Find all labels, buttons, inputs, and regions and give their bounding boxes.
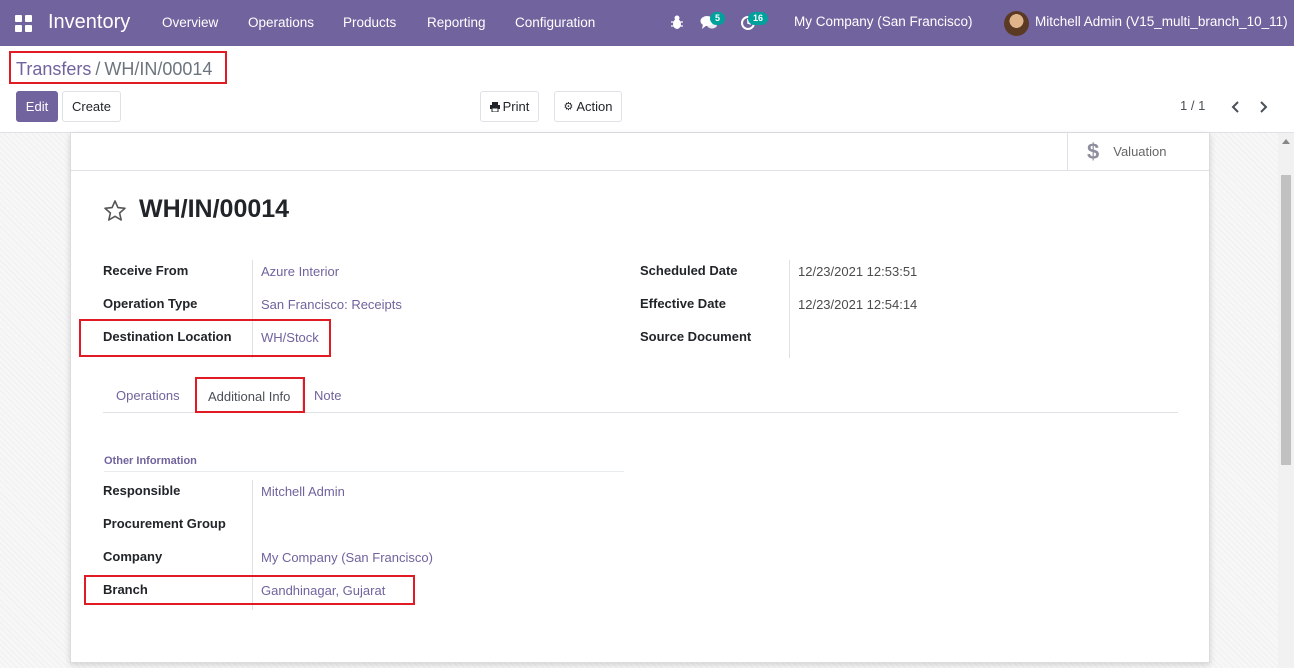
operation-type-label: Operation Type <box>103 296 198 311</box>
gear-icon: ⚙ <box>563 101 574 113</box>
procurement-group-label: Procurement Group <box>103 516 226 531</box>
menu-configuration[interactable]: Configuration <box>515 15 595 30</box>
user-avatar[interactable] <box>1004 11 1029 36</box>
valuation-label: Valuation <box>1113 144 1167 159</box>
scrollbar-thumb[interactable] <box>1281 175 1291 465</box>
source-document-label: Source Document <box>640 329 752 344</box>
menu-operations[interactable]: Operations <box>248 15 314 30</box>
action-button-label: Action <box>576 99 613 114</box>
highlight-box-branch <box>84 575 415 605</box>
company-value[interactable]: My Company (San Francisco) <box>261 550 433 565</box>
messages-count-badge: 5 <box>710 12 726 25</box>
control-panel: Transfers / WH/IN/00014 Edit Create Print … <box>0 46 1294 133</box>
highlight-box-additional-info-tab <box>195 377 305 413</box>
apps-menu-icon[interactable] <box>15 15 32 32</box>
receive-from-value[interactable]: Azure Interior <box>261 264 339 279</box>
effective-date-value[interactable]: 12/23/2021 12:54:14 <box>798 297 917 312</box>
create-button[interactable]: Create <box>62 91 121 122</box>
action-button[interactable]: ⚙ Action <box>554 91 622 122</box>
top-navbar: Inventory Overview Operations Products R… <box>0 0 1294 46</box>
user-menu[interactable]: Mitchell Admin (V15_multi_branch_10_11) <box>1035 14 1288 29</box>
effective-date-label: Effective Date <box>640 296 726 311</box>
pager-value[interactable]: 1 / 1 <box>1180 98 1205 113</box>
responsible-value[interactable]: Mitchell Admin <box>261 484 345 499</box>
tab-operations[interactable]: Operations <box>104 378 192 413</box>
smart-button-box: $ Valuation <box>71 133 1209 171</box>
print-button[interactable]: Print <box>480 91 539 122</box>
menu-overview[interactable]: Overview <box>162 15 218 30</box>
company-label: Company <box>103 549 163 564</box>
pager-previous-icon[interactable] <box>1229 100 1243 114</box>
favorite-star-icon[interactable] <box>103 199 127 223</box>
menu-products[interactable]: Products <box>343 15 396 30</box>
other-information-group-title: Other Information <box>104 455 624 472</box>
form-view-background: $ Valuation WH/IN/00014 Receive From Azu… <box>0 133 1294 668</box>
print-button-label: Print <box>502 99 530 114</box>
company-switcher[interactable]: My Company (San Francisco) <box>794 14 973 29</box>
activities-count-badge: 16 <box>748 12 769 25</box>
receive-from-label: Receive From <box>103 263 189 278</box>
responsible-label: Responsible <box>103 483 181 498</box>
print-icon <box>489 101 500 112</box>
tab-note[interactable]: Note <box>302 378 353 413</box>
scheduled-date-value[interactable]: 12/23/2021 12:53:51 <box>798 264 917 279</box>
valuation-smart-button[interactable]: $ Valuation <box>1067 133 1209 170</box>
edit-button[interactable]: Edit <box>16 91 58 122</box>
vertical-scrollbar[interactable] <box>1278 133 1294 668</box>
highlight-box-breadcrumb <box>9 51 227 84</box>
debug-bug-icon[interactable] <box>670 14 684 30</box>
pager-next-icon[interactable] <box>1256 100 1270 114</box>
dollar-icon: $ <box>1087 138 1100 164</box>
scheduled-date-label: Scheduled Date <box>640 263 738 278</box>
right-group-divider <box>789 260 790 358</box>
form-sheet: $ Valuation WH/IN/00014 Receive From Azu… <box>70 133 1210 663</box>
app-name[interactable]: Inventory <box>48 11 130 34</box>
operation-type-value[interactable]: San Francisco: Receipts <box>261 297 402 312</box>
menu-reporting[interactable]: Reporting <box>427 15 486 30</box>
record-title: WH/IN/00014 <box>139 195 290 223</box>
scroll-up-arrow-icon[interactable] <box>1282 139 1290 144</box>
highlight-box-destination <box>79 319 331 357</box>
